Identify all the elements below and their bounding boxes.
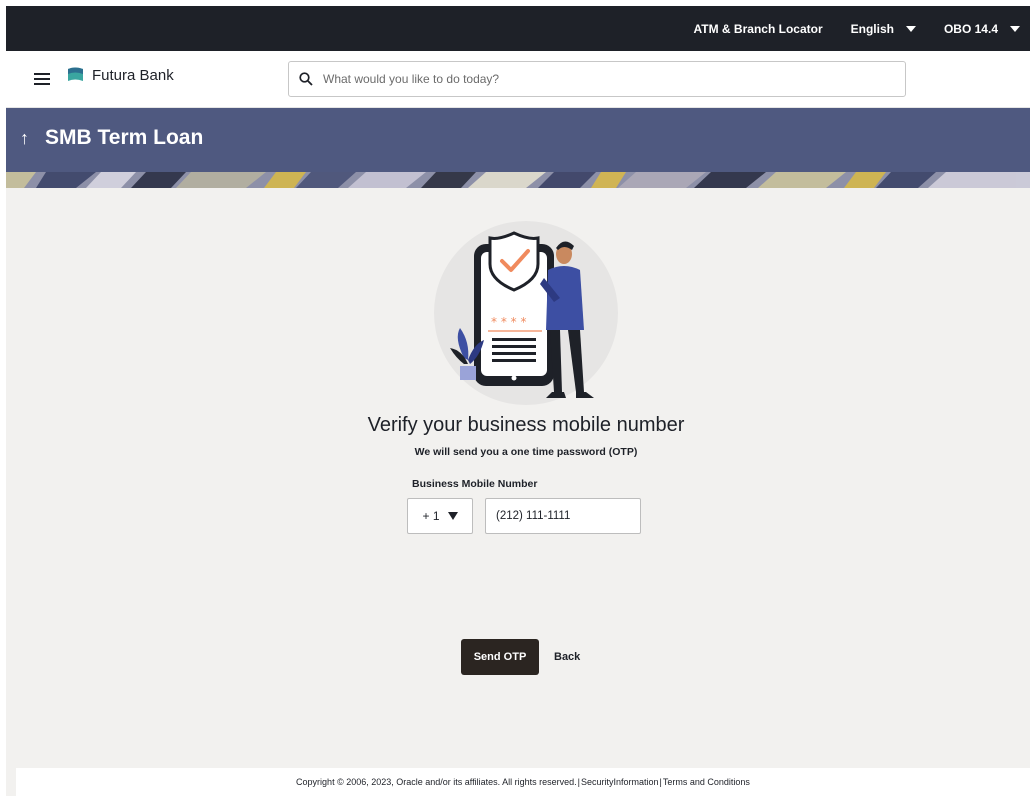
obo-dropdown[interactable]: OBO 14.4 [944, 22, 1020, 36]
top-bar: ATM & Branch Locator English OBO 14.4 [6, 6, 1030, 51]
app-frame: ATM & Branch Locator English OBO 14.4 Fu… [6, 6, 1030, 796]
search-input[interactable] [321, 71, 885, 87]
page-banner: ↑ SMB Term Loan [6, 108, 1030, 188]
footer: Copyright © 2006, 2023, Oracle and/or it… [16, 768, 1030, 796]
brand-logo[interactable]: Futura Bank [66, 66, 174, 84]
page-title: ↑ SMB Term Loan [20, 126, 203, 150]
svg-text:* * * *: * * * * [491, 315, 526, 329]
copyright-text: Copyright © 2006, 2023, Oracle and/or it… [296, 777, 577, 787]
atm-branch-locator-link[interactable]: ATM & Branch Locator [694, 22, 823, 36]
language-label: English [850, 21, 894, 36]
back-button[interactable]: Back [548, 639, 586, 675]
hamburger-icon[interactable] [34, 73, 50, 85]
header: Futura Bank [6, 51, 1030, 108]
verification-illustration: * * * * [434, 221, 618, 405]
shield-check-icon [488, 231, 540, 292]
brand-name: Futura Bank [92, 66, 174, 84]
otp-subtext: We will send you a one time password (OT… [414, 446, 638, 458]
mobile-number-input[interactable] [485, 498, 641, 534]
language-dropdown[interactable]: English [851, 22, 916, 36]
chevron-down-icon [447, 512, 458, 520]
chevron-down-icon [905, 25, 916, 32]
terms-conditions-link[interactable]: Terms and Conditions [663, 777, 750, 787]
banner-pattern [6, 172, 1030, 188]
send-otp-button[interactable]: Send OTP [461, 639, 539, 675]
atm-branch-locator-label: ATM & Branch Locator [693, 21, 823, 36]
verify-heading: Verify your business mobile number [367, 414, 685, 436]
bank-logo-icon [68, 67, 83, 81]
search-icon [299, 72, 313, 86]
country-code-select[interactable]: + 1 [407, 498, 473, 534]
arrow-up-icon[interactable]: ↑ [20, 128, 29, 149]
main-content: * * * * Verify your business mobile numb… [6, 188, 1030, 768]
search-box[interactable] [288, 61, 906, 97]
mobile-number-label: Business Mobile Number [412, 478, 538, 490]
country-code-value: + 1 [422, 509, 440, 523]
chevron-down-icon [1010, 25, 1020, 32]
page-title-text: SMB Term Loan [45, 126, 204, 149]
security-information-link[interactable]: SecurityInformation [581, 777, 659, 787]
obo-label: OBO 14.4 [943, 21, 998, 36]
